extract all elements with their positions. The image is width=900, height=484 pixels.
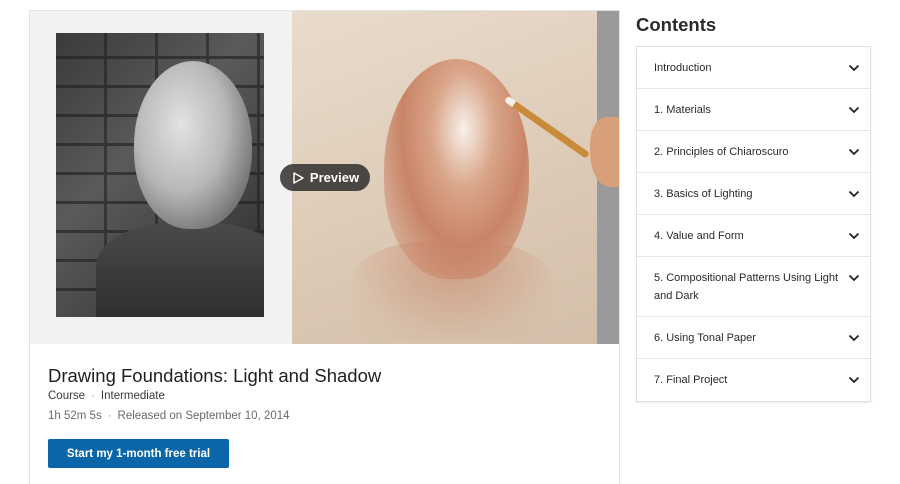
- separator: ·: [91, 390, 95, 402]
- chevron-down-icon: [848, 148, 860, 156]
- chevron-down-icon: [848, 274, 860, 282]
- course-card: Preview Drawing Foundations: Light and S…: [29, 10, 620, 484]
- toc-item-label: 3. Basics of Lighting: [654, 188, 753, 200]
- toc-item-compositional-patterns[interactable]: 5. Compositional Patterns Using Light an…: [637, 257, 870, 317]
- chevron-down-icon: [848, 334, 860, 342]
- course-duration: 1h 52m 5s: [48, 410, 102, 422]
- chevron-down-icon: [848, 376, 860, 384]
- separator: ·: [107, 410, 112, 422]
- toc-item-basics-of-lighting[interactable]: 3. Basics of Lighting: [637, 173, 870, 215]
- course-level: Intermediate: [100, 390, 165, 402]
- course-meta: Course · Intermediate: [48, 390, 165, 402]
- chevron-down-icon: [848, 106, 860, 114]
- toc-item-introduction[interactable]: Introduction: [637, 47, 870, 89]
- toc-item-label: 4. Value and Form: [654, 230, 744, 242]
- course-details: 1h 52m 5s · Released on September 10, 2014: [48, 410, 290, 422]
- toc-item-value-and-form[interactable]: 4. Value and Form: [637, 215, 870, 257]
- start-free-trial-button[interactable]: Start my 1-month free trial: [48, 439, 229, 468]
- chevron-down-icon: [848, 232, 860, 240]
- toc-item-label: 2. Principles of Chiaroscuro: [654, 146, 789, 158]
- toc-item-materials[interactable]: 1. Materials: [637, 89, 870, 131]
- portrait-sketch: [384, 59, 529, 279]
- play-icon: [293, 171, 304, 184]
- toc-item-label: 5. Compositional Patterns Using Light an…: [654, 272, 839, 302]
- toc-item-label: Introduction: [654, 62, 712, 74]
- preview-label: Preview: [309, 170, 360, 185]
- course-type: Course: [48, 390, 86, 402]
- contents-list: Introduction 1. Materials 2. Principles …: [636, 46, 871, 402]
- toc-item-using-tonal-paper[interactable]: 6. Using Tonal Paper: [637, 317, 870, 359]
- course-release-date: Released on September 10, 2014: [117, 410, 290, 422]
- toc-item-label: 1. Materials: [654, 104, 711, 116]
- chevron-down-icon: [848, 190, 860, 198]
- toc-item-label: 7. Final Project: [654, 374, 728, 386]
- preview-button[interactable]: Preview: [280, 164, 370, 191]
- chevron-down-icon: [848, 64, 860, 72]
- contents-heading: Contents: [636, 14, 717, 35]
- toc-item-final-project[interactable]: 7. Final Project: [637, 359, 870, 401]
- toc-item-principles-of-chiaroscuro[interactable]: 2. Principles of Chiaroscuro: [637, 131, 870, 173]
- reference-photo: [56, 33, 264, 317]
- course-preview-video[interactable]: Preview: [30, 11, 619, 344]
- course-title: Drawing Foundations: Light and Shadow: [48, 365, 382, 386]
- toc-item-label: 6. Using Tonal Paper: [654, 332, 756, 344]
